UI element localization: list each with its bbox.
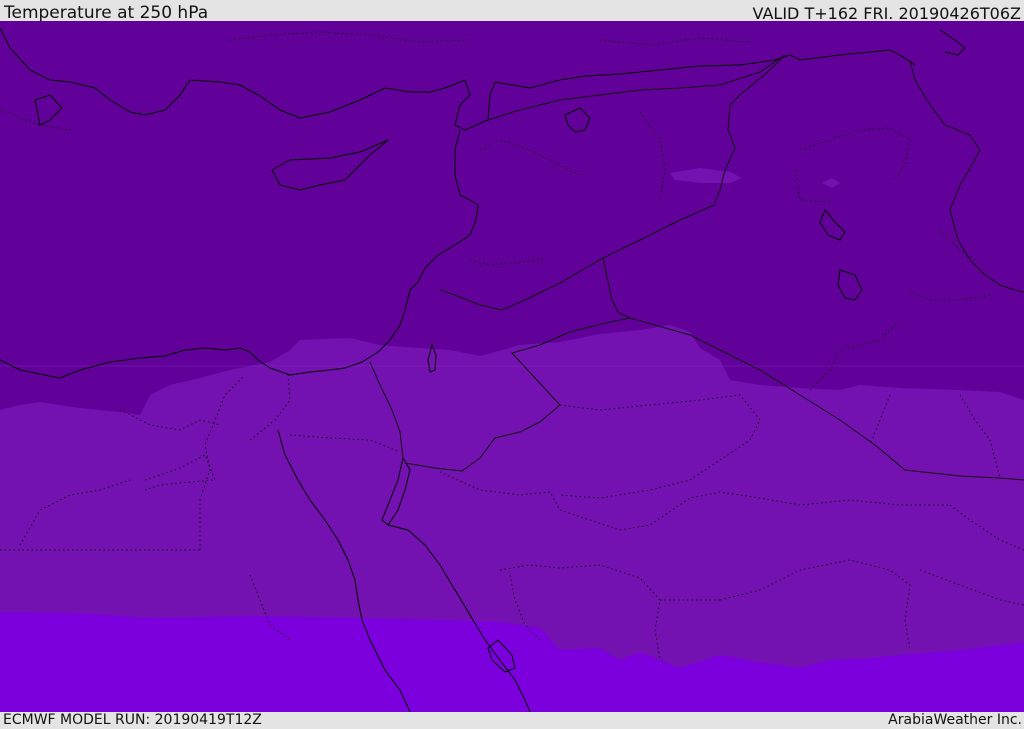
header-bar: Temperature at 250 hPa VALID T+162 FRI. … — [0, 0, 1024, 23]
map-area[interactable] — [0, 21, 1024, 712]
credit-label: ArabiaWeather Inc. — [888, 712, 1022, 728]
map-title: Temperature at 250 hPa — [4, 3, 209, 23]
footer-bar: ECMWF MODEL RUN: 20190419T12Z ArabiaWeat… — [0, 712, 1024, 729]
temperature-map[interactable] — [0, 21, 1024, 712]
model-run-label: ECMWF MODEL RUN: 20190419T12Z — [3, 712, 262, 728]
